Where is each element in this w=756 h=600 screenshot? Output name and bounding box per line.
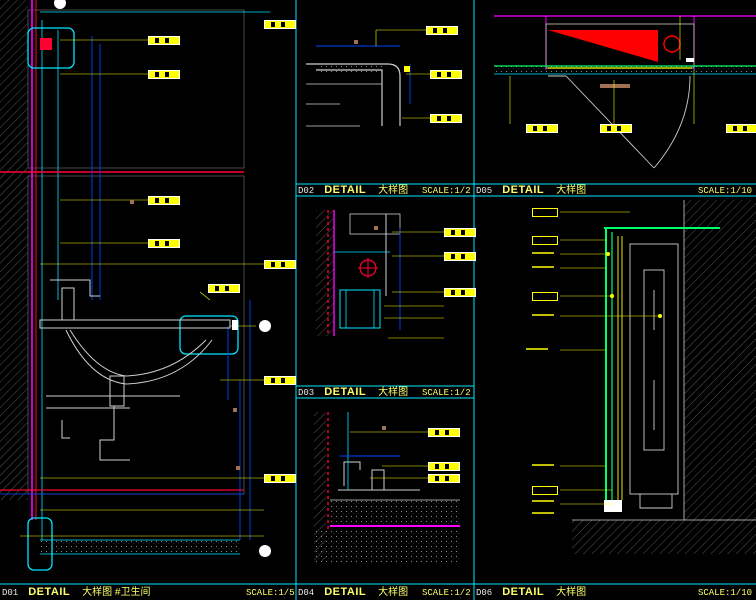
note-text-mark [532, 314, 554, 316]
panel-title-text: 大样图 [378, 587, 409, 598]
panel-keyword: DETAIL [324, 184, 367, 196]
material-tag [532, 208, 558, 217]
panel-number: D04 [298, 588, 315, 598]
material-tag [444, 252, 476, 261]
detail-d03-drawing [316, 210, 444, 339]
material-tag [264, 376, 296, 385]
panel-title-text: 大样图 [378, 387, 409, 398]
material-tag [532, 236, 558, 245]
panel-keyword: DETAIL [324, 386, 367, 398]
material-tag [148, 196, 180, 205]
panel-number: D06 [476, 588, 493, 598]
material-tag [600, 124, 632, 133]
panel-title-d02: D02 DETAIL 大样图 [298, 185, 408, 197]
material-tag [428, 474, 460, 483]
panel-scale-d01: SCALE:1/5 [246, 588, 295, 598]
note-text-mark [532, 500, 554, 502]
detail-d05-drawing [494, 15, 756, 169]
material-tag [532, 292, 558, 301]
panel-title-text: 大样图 [556, 587, 587, 598]
panel-scale-d06: SCALE:1/10 [698, 588, 753, 598]
panel-title-text: 大样图 [556, 185, 587, 196]
material-tag [426, 26, 458, 35]
panel-keyword: DETAIL [502, 184, 545, 196]
cad-drawing-sheet [0, 0, 756, 600]
note-text-mark [532, 266, 554, 268]
material-tag [148, 36, 180, 45]
material-tag [444, 228, 476, 237]
detail-d06-drawing [560, 200, 756, 554]
panel-scale-d02: SCALE:1/2 [422, 186, 471, 196]
panel-title-d05: D05 DETAIL 大样图 [476, 185, 586, 197]
note-text-mark [532, 252, 554, 254]
material-tag [526, 124, 558, 133]
material-tag [264, 474, 296, 483]
panel-scale-d04: SCALE:1/2 [422, 588, 471, 598]
panel-number: D01 [2, 588, 19, 598]
panel-number: D05 [476, 186, 493, 196]
panel-title-d03: D03 DETAIL 大样图 [298, 387, 408, 399]
panel-scale-d05: SCALE:1/10 [698, 186, 753, 196]
panel-title-text: 大样图 [378, 185, 409, 196]
panel-number: D03 [298, 388, 315, 398]
material-tag [532, 486, 558, 495]
material-tag [208, 284, 240, 293]
panel-title-d01: D01 DETAIL 大样图 #卫生间 [2, 587, 150, 599]
material-tag [264, 260, 296, 269]
note-text-mark [532, 464, 554, 466]
panel-keyword: DETAIL [28, 586, 71, 598]
panel-keyword: DETAIL [324, 586, 367, 598]
material-tag [148, 239, 180, 248]
material-tag [264, 20, 296, 29]
note-text-mark [526, 348, 548, 350]
panel-keyword: DETAIL [502, 586, 545, 598]
material-tag [148, 70, 180, 79]
material-tag [444, 288, 476, 297]
note-text-mark [532, 512, 554, 514]
material-tag [428, 428, 460, 437]
material-tag [428, 462, 460, 471]
material-tag [430, 114, 462, 123]
panel-number: D02 [298, 186, 315, 196]
detail-d02-drawing [306, 29, 430, 127]
panel-title-d06: D06 DETAIL 大样图 [476, 587, 586, 599]
panel-scale-d03: SCALE:1/2 [422, 388, 471, 398]
panel-title-d04: D04 DETAIL 大样图 [298, 587, 408, 599]
material-tag [726, 124, 756, 133]
panel-title-text: 大样图 #卫生间 [82, 587, 151, 598]
material-tag [430, 70, 462, 79]
